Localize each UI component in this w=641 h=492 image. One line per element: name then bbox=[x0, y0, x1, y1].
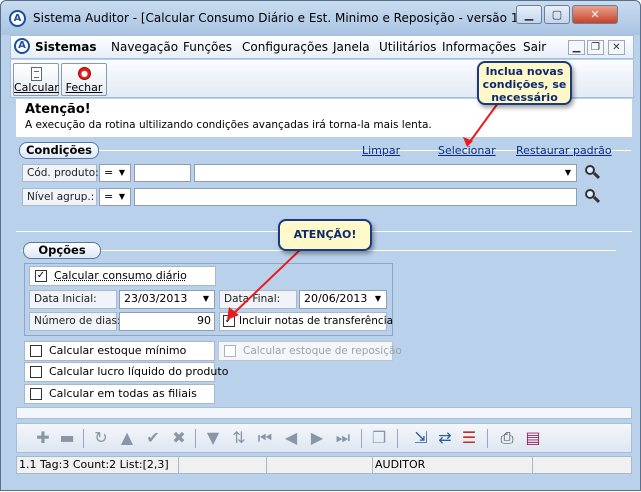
arrow bbox=[232, 248, 302, 315]
callout-novas-condicoes: Inclua novas condições, se necessário bbox=[477, 61, 572, 105]
arrow bbox=[468, 98, 502, 144]
app-window: A Sistema Auditor - [Calcular Consumo Di… bbox=[0, 0, 641, 491]
callout-atencao: ATENÇÃO! bbox=[278, 219, 372, 251]
